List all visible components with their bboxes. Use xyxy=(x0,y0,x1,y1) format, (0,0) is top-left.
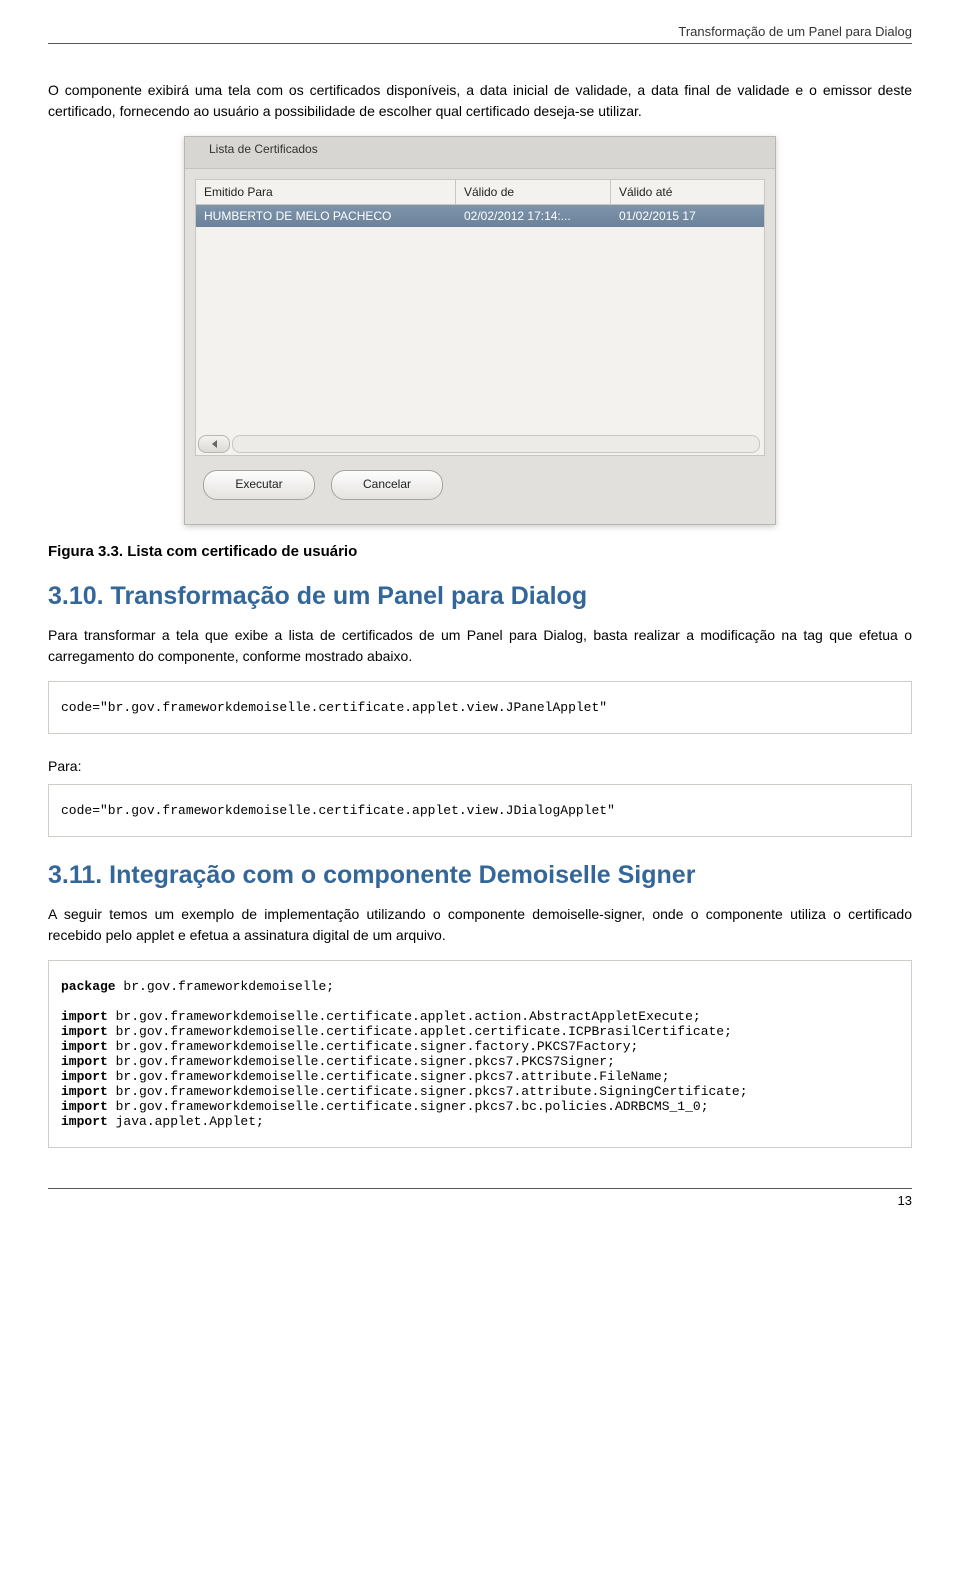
th-emitido: Emitido Para xyxy=(196,180,456,204)
code-text: java.applet.Applet; xyxy=(108,1114,264,1129)
td-emitido: HUMBERTO DE MELO PACHECO xyxy=(196,205,456,227)
header-rule xyxy=(48,43,912,44)
td-valido-de: 02/02/2012 17:14:... xyxy=(456,205,611,227)
section-3-11-heading: 3.11. Integração com o componente Demois… xyxy=(48,861,912,890)
dialog-body: Emitido Para Válido de Válido até HUMBER… xyxy=(185,169,775,524)
code-block-jdialog: code="br.gov.frameworkdemoiselle.certifi… xyxy=(48,784,912,837)
code-block-jpanel: code="br.gov.frameworkdemoiselle.certifi… xyxy=(48,681,912,734)
kw-import: import xyxy=(61,1054,108,1069)
kw-package: package xyxy=(61,979,116,994)
cert-dialog: Lista de Certificados Emitido Para Válid… xyxy=(184,136,776,525)
code-text: br.gov.frameworkdemoiselle.certificate.s… xyxy=(108,1054,615,1069)
running-header: Transformação de um Panel para Dialog xyxy=(48,24,912,39)
cancelar-button[interactable]: Cancelar xyxy=(331,470,443,500)
dialog-titlebar: Lista de Certificados xyxy=(185,137,775,169)
td-valido-ate: 01/02/2015 17 xyxy=(611,205,764,227)
intro-paragraph: O componente exibirá uma tela com os cer… xyxy=(48,80,912,122)
page-footer: 13 xyxy=(48,1188,912,1208)
kw-import: import xyxy=(61,1099,108,1114)
th-valido-ate: Válido até xyxy=(611,180,764,204)
code-text: br.gov.frameworkdemoiselle.certificate.s… xyxy=(108,1069,670,1084)
dialog-buttons: Executar Cancelar xyxy=(195,456,765,518)
kw-import: import xyxy=(61,1069,108,1084)
code-text: br.gov.frameworkdemoiselle; xyxy=(116,979,334,994)
para-label: Para: xyxy=(48,758,912,774)
table-header: Emitido Para Válido de Válido até xyxy=(195,179,765,205)
table-row[interactable]: HUMBERTO DE MELO PACHECO 02/02/2012 17:1… xyxy=(196,205,764,227)
section-3-10-para: Para transformar a tela que exibe a list… xyxy=(48,625,912,667)
code-text: br.gov.frameworkdemoiselle.certificate.a… xyxy=(108,1024,732,1039)
section-3-10-heading: 3.10. Transformação de um Panel para Dia… xyxy=(48,582,912,611)
kw-import: import xyxy=(61,1024,108,1039)
th-valido-de: Válido de xyxy=(456,180,611,204)
code-text: br.gov.frameworkdemoiselle.certificate.s… xyxy=(108,1099,709,1114)
kw-import: import xyxy=(61,1039,108,1054)
section-3-11-para: A seguir temos um exemplo de implementaç… xyxy=(48,904,912,946)
kw-import: import xyxy=(61,1114,108,1129)
executar-button[interactable]: Executar xyxy=(203,470,315,500)
code-text: br.gov.frameworkdemoiselle.certificate.s… xyxy=(108,1039,639,1054)
table-body: HUMBERTO DE MELO PACHECO 02/02/2012 17:1… xyxy=(195,205,765,456)
chevron-left-icon xyxy=(212,440,217,448)
code-block-signer: package br.gov.frameworkdemoiselle; impo… xyxy=(48,960,912,1148)
scrollbar-track[interactable] xyxy=(232,435,760,453)
figure-dialog: Lista de Certificados Emitido Para Válid… xyxy=(48,136,912,525)
kw-import: import xyxy=(61,1009,108,1024)
kw-import: import xyxy=(61,1084,108,1099)
figure-caption: Figura 3.3. Lista com certificado de usu… xyxy=(48,543,912,560)
code-text: br.gov.frameworkdemoiselle.certificate.s… xyxy=(108,1084,748,1099)
scrollbar-left-button[interactable] xyxy=(198,435,230,453)
code-text: br.gov.frameworkdemoiselle.certificate.a… xyxy=(108,1009,701,1024)
page-number: 13 xyxy=(48,1189,912,1208)
